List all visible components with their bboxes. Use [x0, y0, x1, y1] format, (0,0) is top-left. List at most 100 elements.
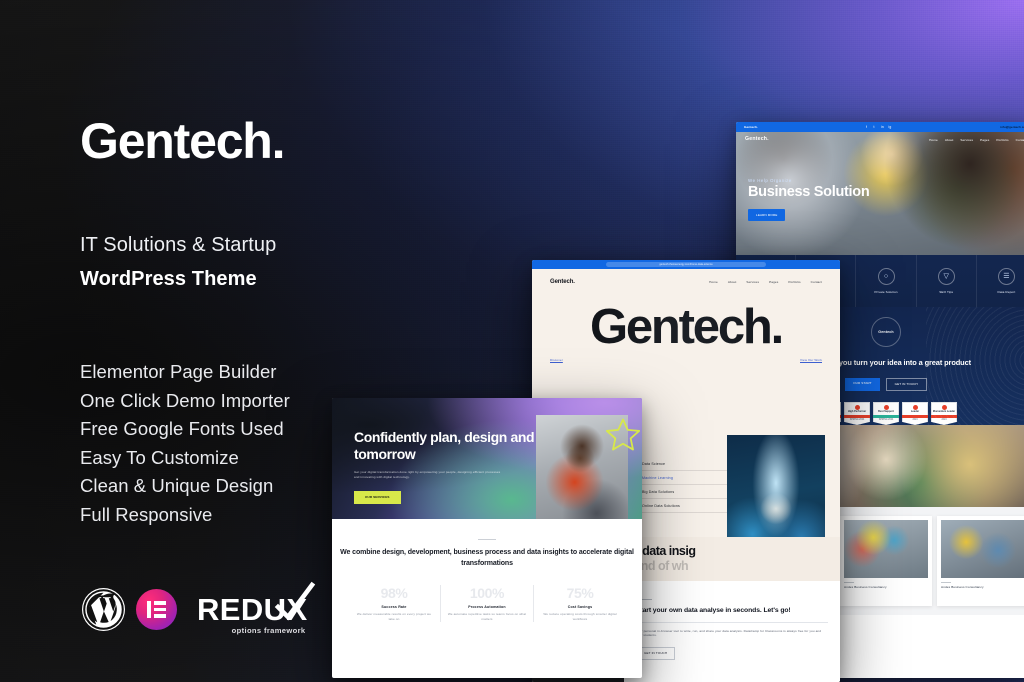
nav-item[interactable]: Pages: [980, 138, 989, 143]
learn-more-button[interactable]: LEARN MORE: [748, 209, 786, 222]
list-item: Free Google Fonts Used: [80, 418, 284, 439]
nav-item[interactable]: Contact: [1016, 138, 1024, 143]
service-card[interactable]: ▽ SEO Tips: [917, 255, 977, 307]
subtitle-line-2: WordPress Theme: [80, 268, 257, 290]
blog-divider: [844, 582, 854, 583]
blog-card[interactable]: Andes Business Consultancy: [840, 516, 932, 606]
service-card[interactable]: ☰ Data Report: [977, 255, 1024, 307]
right-nav-list: Home About Services Pages Portfolio Cont…: [929, 138, 1024, 143]
hero-eyebrow: We Help Organize: [748, 178, 792, 183]
service-card-label: SEO Tips: [939, 289, 954, 294]
nav-item[interactable]: Services: [960, 138, 973, 143]
redux-tagline: options framework: [231, 626, 306, 635]
cta-button-group: OUR START GET IN TOUCH: [845, 377, 927, 392]
star-icon: [606, 418, 640, 451]
browser-chrome: gentech.themeenergy.com/home-data-scienc…: [532, 260, 840, 269]
right-hero-text: We Help Organize Business Solution LEARN…: [748, 178, 870, 222]
nav-item[interactable]: Home: [929, 138, 938, 143]
nav-item[interactable]: About: [728, 280, 737, 285]
nav-item[interactable]: Portfolio: [996, 138, 1008, 143]
nav-item[interactable]: Pages: [769, 280, 778, 285]
center-hero-title: Gentech.: [532, 303, 840, 352]
badge-season: 2024: [912, 418, 918, 421]
wordpress-icon: [82, 588, 125, 631]
list-item: One Click Demo Importer: [80, 389, 290, 411]
section-divider: [478, 539, 496, 540]
list-item: Elementor Page Builder: [80, 361, 277, 382]
badge-season: 2024: [941, 418, 947, 421]
stat-value: 75%: [566, 585, 594, 602]
panel-body-text: Your personal in-browser tool to write, …: [636, 628, 822, 638]
blog-caption: Andes Business Consultancy: [844, 585, 887, 590]
stat-item: 75% Cost Savings We reduce operating cos…: [534, 585, 626, 622]
right-topbar-contact: info@gentech.com: [1000, 124, 1024, 129]
feature-list: Elementor Page Builder One Click Demo Im…: [80, 358, 290, 529]
award-badge: Leader 2024: [902, 402, 928, 425]
badge-mark-icon: [941, 405, 947, 411]
nav-item[interactable]: Services: [746, 280, 759, 285]
nav-item[interactable]: Contact: [811, 280, 822, 285]
nav-item[interactable]: About: [945, 138, 954, 143]
facebook-icon[interactable]: f: [866, 125, 870, 129]
right-hero-section: Gentech. Home About Services Pages Portf…: [736, 132, 1024, 255]
address-bar[interactable]: gentech.themeenergy.com/home-data-scienc…: [606, 262, 766, 267]
blog-thumbnail: [941, 520, 1024, 578]
blog-card[interactable]: Andes Business Consultancy: [937, 516, 1024, 606]
center-nav-list: Home About Services Pages Portfolio Cont…: [709, 280, 822, 285]
list-item: Easy To Customize: [80, 446, 239, 468]
blog-thumbnail: [844, 520, 928, 578]
badge-band: [931, 415, 957, 418]
badge-band: [902, 415, 928, 418]
lightbulb-icon: ○: [877, 267, 895, 285]
get-in-touch-button[interactable]: GET IN TOUCH: [885, 377, 927, 392]
service-card-label: Data Report: [997, 289, 1016, 294]
badge-title: Momentum Leader: [932, 410, 956, 414]
elementor-icon: [136, 589, 177, 630]
right-topbar-brand: Gentech.: [744, 124, 759, 129]
our-start-button[interactable]: OUR START: [845, 377, 880, 392]
center-panel-text: Start your own data analyse in seconds. …: [624, 581, 840, 682]
circle-logo-badge: Gentech: [871, 317, 901, 347]
view-work-link[interactable]: View Our Work: [800, 358, 822, 363]
service-card[interactable]: ○ Private Solution: [856, 255, 917, 307]
page-title: Gentech.: [80, 113, 286, 169]
twitter-icon[interactable]: t: [874, 125, 878, 129]
redux-logo: REDUX options framework: [197, 581, 315, 635]
badge-season: SPRING 2024: [878, 418, 894, 421]
subtitle-line-1: IT Solutions & Startup: [80, 234, 277, 256]
award-badge: Best Support SPRING 2024: [873, 402, 899, 425]
service-card-label: Private Solution: [874, 289, 898, 294]
list-item: Clean & Unique Design: [80, 475, 274, 496]
stat-item: 100% Process Automation We automate repe…: [441, 585, 534, 623]
funnel-icon: ▽: [937, 267, 955, 285]
right-topbar: Gentech. f t in ig info@gentech.com: [736, 122, 1024, 132]
nav-item[interactable]: Home: [709, 280, 718, 285]
center-navbar: Gentech. Home About Services Pages Portf…: [532, 269, 840, 287]
linkedin-icon[interactable]: in: [881, 125, 885, 129]
center-logo: Gentech.: [550, 279, 575, 285]
discover-link[interactable]: Discover: [550, 358, 563, 363]
panel-rule: [636, 622, 828, 623]
nav-item[interactable]: Portfolio: [788, 280, 800, 285]
badge-title: Best Support: [878, 410, 894, 414]
social-icon-group: f t in ig: [866, 125, 893, 129]
redux-wordmark: REDUX: [197, 592, 308, 627]
stat-desc: We reduce operating costs through smarte…: [543, 612, 617, 622]
badge-title: Leader: [910, 410, 920, 414]
badge-band: [844, 415, 870, 418]
list-item: Full Responsive: [80, 503, 213, 525]
panel-headline: Start your own data analyse in seconds. …: [636, 606, 791, 614]
stat-name: Cost Savings: [567, 605, 593, 610]
right-navbar: Gentech. Home About Services Pages Portf…: [736, 136, 1024, 144]
blog-caption: Andes Business Consultancy: [941, 585, 984, 590]
instagram-icon[interactable]: ig: [889, 125, 893, 129]
promo-banner: Gentech. IT Solutions & Startup WordPres…: [0, 0, 1024, 682]
stat-name: Process Automation: [468, 605, 506, 610]
badge-season: SPRING 2024: [849, 418, 865, 421]
left-content-panel: Gentech. IT Solutions & Startup WordPres…: [80, 0, 410, 682]
hero-headline: Business Solution: [748, 184, 870, 200]
badge-title: High Performer: [847, 410, 867, 414]
technology-logo-row: REDUX options framework: [82, 581, 315, 635]
blog-divider: [941, 582, 951, 583]
document-icon: ☰: [997, 267, 1015, 285]
